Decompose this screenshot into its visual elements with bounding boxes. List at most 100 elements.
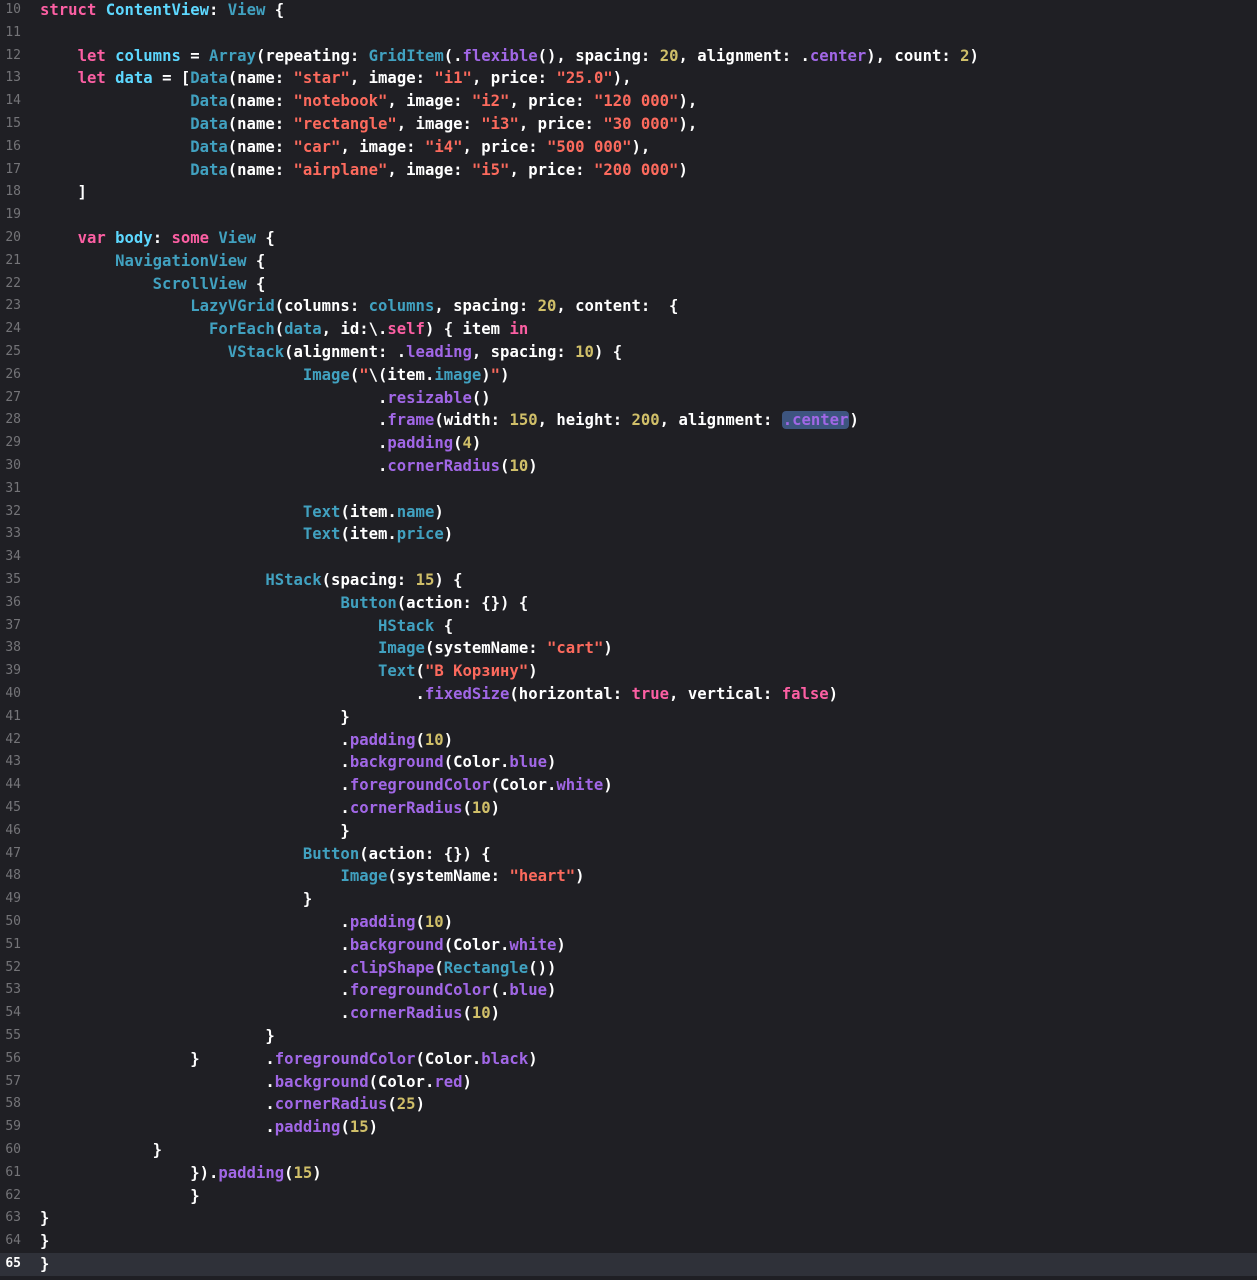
code-token: " — [490, 365, 501, 384]
code-line[interactable]: 51 .background(Color.white) — [0, 934, 1257, 957]
code-text: } — [40, 1207, 49, 1230]
code-line[interactable]: 47 Button(action: {}) { — [0, 843, 1257, 866]
code-token: padding — [218, 1163, 285, 1182]
code-text: } — [40, 1253, 49, 1276]
code-text: Button(action: {}) { — [40, 592, 528, 615]
code-line[interactable]: 26 Image("\(item.image)") — [0, 364, 1257, 387]
code-line[interactable]: 35 HStack(spacing: 15) { — [0, 569, 1257, 592]
code-token: (. — [443, 46, 463, 65]
code-line[interactable]: 10 struct ContentView: View { — [0, 0, 1257, 22]
code-text: .cornerRadius(10) — [40, 455, 538, 478]
code-token: ScrollView — [152, 274, 247, 293]
code-token: foregroundColor — [274, 1049, 416, 1068]
code-token: ( — [434, 958, 444, 977]
code-line[interactable]: 60 } — [0, 1139, 1257, 1162]
code-token: Data — [190, 137, 228, 156]
code-line[interactable]: 40 .fixedSize(horizontal: true, vertical… — [0, 683, 1257, 706]
code-line[interactable]: 34 — [0, 546, 1257, 569]
line-number: 21 — [5, 252, 21, 268]
code-line[interactable]: 24 ForEach(data, id:\.self) { item in — [0, 318, 1257, 341]
code-token: "notebook" — [293, 92, 388, 111]
code-line[interactable]: 52 .clipShape(Rectangle()) — [0, 957, 1257, 980]
code-token: ) — [462, 1072, 472, 1091]
code-token: (horizontal: — [509, 685, 632, 703]
code-token: Data — [190, 92, 228, 111]
code-line[interactable]: 17 Data(name: "airplane", image: "i5", p… — [0, 159, 1257, 182]
code-line[interactable]: 44 .foregroundColor(Color.white) — [0, 774, 1257, 797]
code-token: . — [40, 913, 350, 931]
code-line[interactable]: 33 Text(item.price) — [0, 523, 1257, 546]
code-editor[interactable]: 10 struct ContentView: View {11 12 let col… — [0, 0, 1257, 1280]
code-text: } — [40, 820, 349, 843]
code-line[interactable]: 65} — [0, 1253, 1257, 1276]
code-line[interactable]: 16 Data(name: "car", image: "i4", price:… — [0, 136, 1257, 159]
code-line[interactable]: 46 } — [0, 820, 1257, 843]
code-line[interactable]: 45 .cornerRadius(10) — [0, 797, 1257, 820]
code-token: ( — [349, 365, 360, 384]
code-line[interactable]: 31 — [0, 478, 1257, 501]
code-line[interactable]: 39 Text("В Корзину") — [0, 660, 1257, 683]
code-line[interactable]: 53 .foregroundColor(.blue) — [0, 979, 1257, 1002]
code-line[interactable]: 11 — [0, 22, 1257, 45]
code-line[interactable]: 50 .padding(10) — [0, 911, 1257, 934]
code-line[interactable]: 27 .resizable() — [0, 387, 1257, 410]
code-line[interactable]: 15 Data(name: "rectangle", image: "i3", … — [0, 113, 1257, 136]
code-token: } — [40, 707, 350, 726]
code-token: ) — [443, 730, 454, 749]
code-line[interactable]: 23 LazyVGrid(columns: columns, spacing: … — [0, 295, 1257, 318]
code-line[interactable]: 41 } — [0, 706, 1257, 729]
code-line[interactable]: 48 Image(systemName: "heart") — [0, 865, 1257, 888]
code-line[interactable]: 43 .background(Color.blue) — [0, 751, 1257, 774]
code-line[interactable]: 30 .cornerRadius(10) — [0, 455, 1257, 478]
code-token: "i5" — [471, 160, 510, 179]
code-token: cornerRadius — [349, 1004, 463, 1023]
code-line[interactable]: 61 }).padding(15) — [0, 1162, 1257, 1185]
code-token: ) — [312, 1163, 322, 1182]
code-token: } — [40, 1141, 163, 1159]
code-line[interactable]: 36 Button(action: {}) { — [0, 592, 1257, 615]
code-token: . — [40, 799, 350, 817]
code-line[interactable]: 14 Data(name: "notebook", image: "i2", p… — [0, 90, 1257, 113]
code-token: , height: — [537, 411, 632, 430]
code-line[interactable]: 49 } — [0, 888, 1257, 911]
code-line[interactable]: 63} — [0, 1207, 1257, 1230]
code-line[interactable]: 54 .cornerRadius(10) — [0, 1002, 1257, 1025]
code-line[interactable]: 37 HStack { — [0, 615, 1257, 638]
code-line[interactable]: 12 let columns = Array(repeating: GridIt… — [0, 45, 1257, 68]
code-text: Data(name: "car", image: "i4", price: "5… — [40, 136, 650, 159]
code-line[interactable]: 13 let data = [Data(name: "star", image:… — [0, 67, 1257, 90]
code-line[interactable]: 21 NavigationView { — [0, 250, 1257, 273]
code-text: Image(systemName: "cart") — [40, 637, 613, 660]
code-line[interactable]: 64} — [0, 1230, 1257, 1253]
code-line[interactable]: 28 .frame(width: 150, height: 200, align… — [0, 409, 1257, 432]
code-token: Data — [190, 69, 228, 88]
code-line[interactable]: 55 } — [0, 1025, 1257, 1048]
code-token: ) — [546, 753, 557, 772]
code-line[interactable]: 18 ] — [0, 181, 1257, 204]
code-line[interactable]: 38 Image(systemName: "cart") — [0, 637, 1257, 660]
code-token: 200 — [631, 411, 660, 430]
code-line[interactable]: 25 VStack(alignment: .leading, spacing: … — [0, 341, 1257, 364]
code-token: "i1" — [434, 69, 472, 88]
code-line[interactable]: 20 var body: some View { — [0, 227, 1257, 250]
code-line[interactable]: 42 .padding(10) — [0, 729, 1257, 752]
code-token: = — [180, 46, 210, 65]
code-line[interactable]: 58 .cornerRadius(25) — [0, 1093, 1257, 1116]
code-token: . — [40, 1095, 275, 1114]
code-line[interactable]: 32 Text(item.name) — [0, 501, 1257, 524]
code-line[interactable]: 59 .padding(15) — [0, 1116, 1257, 1139]
code-line[interactable]: 22 ScrollView { — [0, 273, 1257, 296]
code-line[interactable]: 29 .padding(4) — [0, 432, 1257, 455]
code-text: VStack(alignment: .leading, spacing: 10)… — [40, 341, 622, 364]
code-token: 20 — [537, 297, 557, 316]
code-line[interactable]: 62 } — [0, 1185, 1257, 1208]
code-line[interactable]: 56 } .foregroundColor(Color.black) — [0, 1048, 1257, 1071]
code-token: } — [40, 1255, 50, 1273]
code-token: true — [631, 685, 670, 703]
line-number: 34 — [5, 549, 21, 565]
code-line[interactable]: 19 — [0, 204, 1257, 227]
code-line[interactable]: 57 .background(Color.red) — [0, 1071, 1257, 1094]
